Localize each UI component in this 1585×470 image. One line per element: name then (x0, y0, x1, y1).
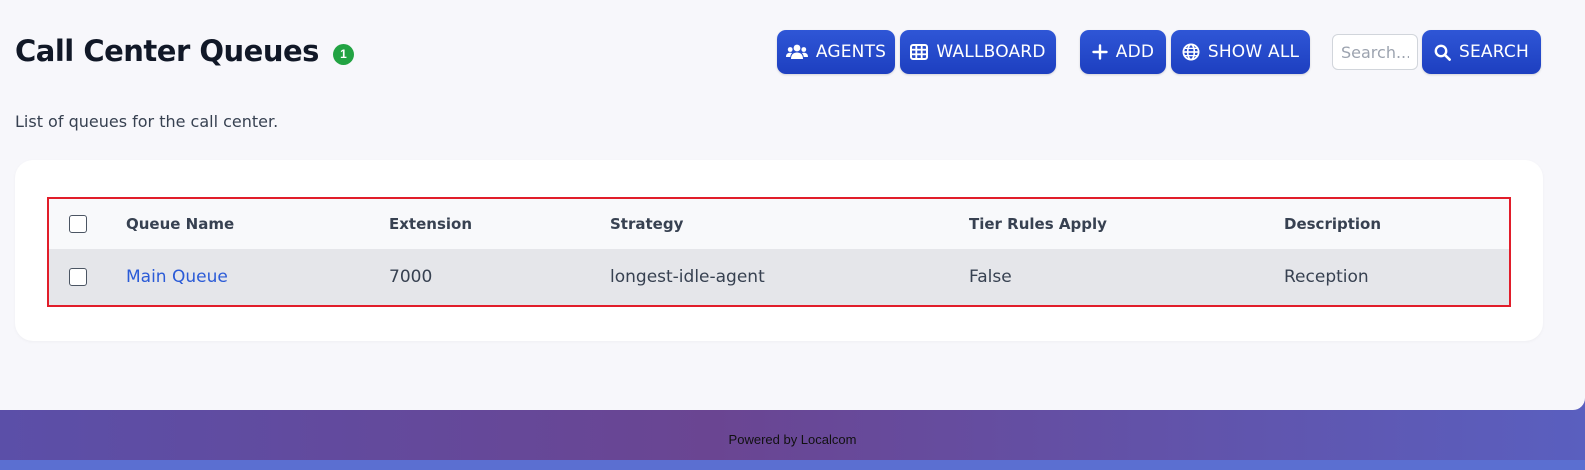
extension-cell: 7000 (389, 267, 433, 287)
search-input[interactable] (1332, 34, 1418, 70)
column-header-tier-rules-apply[interactable]: Tier Rules Apply (969, 199, 1107, 249)
search-icon (1434, 44, 1451, 61)
page-header: Call Center Queues 1 (15, 34, 354, 68)
queue-name-cell: Main Queue (126, 249, 228, 305)
queues-table: Queue Name Extension Strategy Tier Rules… (47, 197, 1511, 307)
table-header-row: Queue Name Extension Strategy Tier Rules… (49, 199, 1509, 249)
users-icon (785, 44, 808, 60)
queues-card: Queue Name Extension Strategy Tier Rules… (15, 160, 1543, 341)
show-all-button[interactable]: SHOW ALL (1171, 30, 1310, 74)
row-select-cell (69, 249, 87, 305)
column-header-description[interactable]: Description (1284, 199, 1381, 249)
select-all-checkbox[interactable] (69, 215, 87, 233)
description-cell: Reception (1284, 267, 1369, 287)
plus-icon (1092, 44, 1108, 60)
agents-button-label: AGENTS (815, 42, 887, 62)
tier-rules-apply-cell: False (969, 267, 1012, 287)
page-title: Call Center Queues (15, 34, 319, 68)
add-button-label: ADD (1115, 42, 1155, 62)
main-content: Call Center Queues 1 List of queues for … (0, 0, 1585, 410)
queue-name-link[interactable]: Main Queue (126, 267, 228, 287)
column-header-queue-name[interactable]: Queue Name (126, 199, 234, 249)
globe-icon (1182, 43, 1200, 61)
table-row[interactable]: Main Queue 7000 longest-idle-agent False… (49, 249, 1509, 305)
agents-button[interactable]: AGENTS (777, 30, 895, 74)
column-header-extension[interactable]: Extension (389, 199, 472, 249)
wallboard-button[interactable]: WALLBOARD (900, 30, 1056, 74)
add-button[interactable]: ADD (1080, 30, 1166, 74)
search-button[interactable]: SEARCH (1422, 30, 1541, 74)
wallboard-button-label: WALLBOARD (936, 42, 1046, 62)
search-button-label: SEARCH (1459, 42, 1529, 62)
show-all-button-label: SHOW ALL (1207, 42, 1300, 62)
select-all-cell (69, 199, 87, 249)
footer-text: Powered by Localcom (728, 431, 857, 447)
page-subtitle: List of queues for the call center. (15, 112, 279, 131)
count-badge: 1 (332, 43, 354, 65)
column-header-strategy[interactable]: Strategy (610, 199, 683, 249)
strategy-cell: longest-idle-agent (610, 267, 765, 287)
grid-table-icon (910, 44, 929, 60)
row-checkbox[interactable] (69, 268, 87, 286)
footer-strip (0, 460, 1585, 470)
